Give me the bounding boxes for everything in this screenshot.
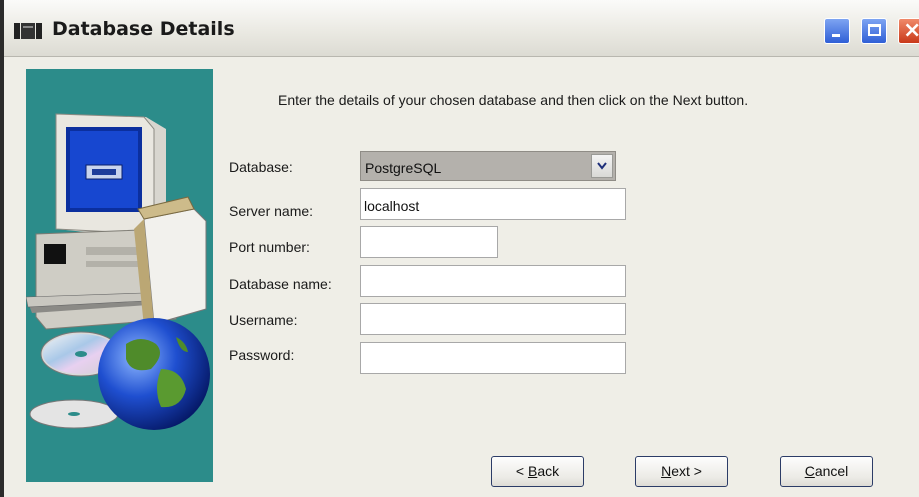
instruction-text: Enter the details of your chosen databas… [278, 92, 749, 108]
password-label: Password: [229, 347, 295, 363]
minimize-icon[interactable] [824, 18, 850, 44]
close-icon[interactable]: × [898, 18, 919, 44]
port-number-field[interactable] [360, 226, 498, 258]
title-bar[interactable]: Database Details × [4, 0, 919, 57]
database-select[interactable]: PostgreSQL [360, 151, 616, 181]
back-button[interactable]: < Back [491, 456, 584, 487]
database-label: Database: [229, 159, 293, 175]
cancel-button-accel: C [804, 463, 815, 479]
server-name-label: Server name: [229, 203, 314, 219]
maximize-icon[interactable] [861, 18, 887, 44]
window-title: Database Details [52, 18, 235, 40]
back-button-accel: B [527, 463, 538, 479]
cancel-button[interactable]: Cancel [780, 456, 873, 487]
wizard-side-panel [26, 69, 213, 482]
globe-illustration [98, 318, 210, 430]
close-glyph: × [903, 18, 919, 43]
next-button-accel: N [661, 463, 672, 479]
database-name-field[interactable] [360, 265, 626, 297]
wizard-illustration [26, 113, 210, 430]
server-name-field[interactable]: localhost [360, 188, 626, 220]
port-number-label: Port number: [229, 239, 310, 255]
password-field[interactable] [360, 342, 626, 374]
cancel-button-label: ancel [814, 463, 849, 479]
username-field[interactable] [360, 303, 626, 335]
database-name-label: Database name: [229, 276, 332, 292]
back-button-prefix: < [515, 463, 528, 479]
next-button-label: ext > [671, 463, 702, 479]
database-select-value: PostgreSQL [365, 160, 442, 176]
chevron-down-icon[interactable] [591, 154, 613, 178]
computer-illustration [26, 113, 207, 330]
next-button[interactable]: Next > [635, 456, 728, 487]
database-details-window: Database Details × [0, 0, 919, 497]
window-app-icon [14, 23, 42, 39]
back-button-label: ack [537, 463, 560, 479]
username-label: Username: [229, 312, 298, 328]
